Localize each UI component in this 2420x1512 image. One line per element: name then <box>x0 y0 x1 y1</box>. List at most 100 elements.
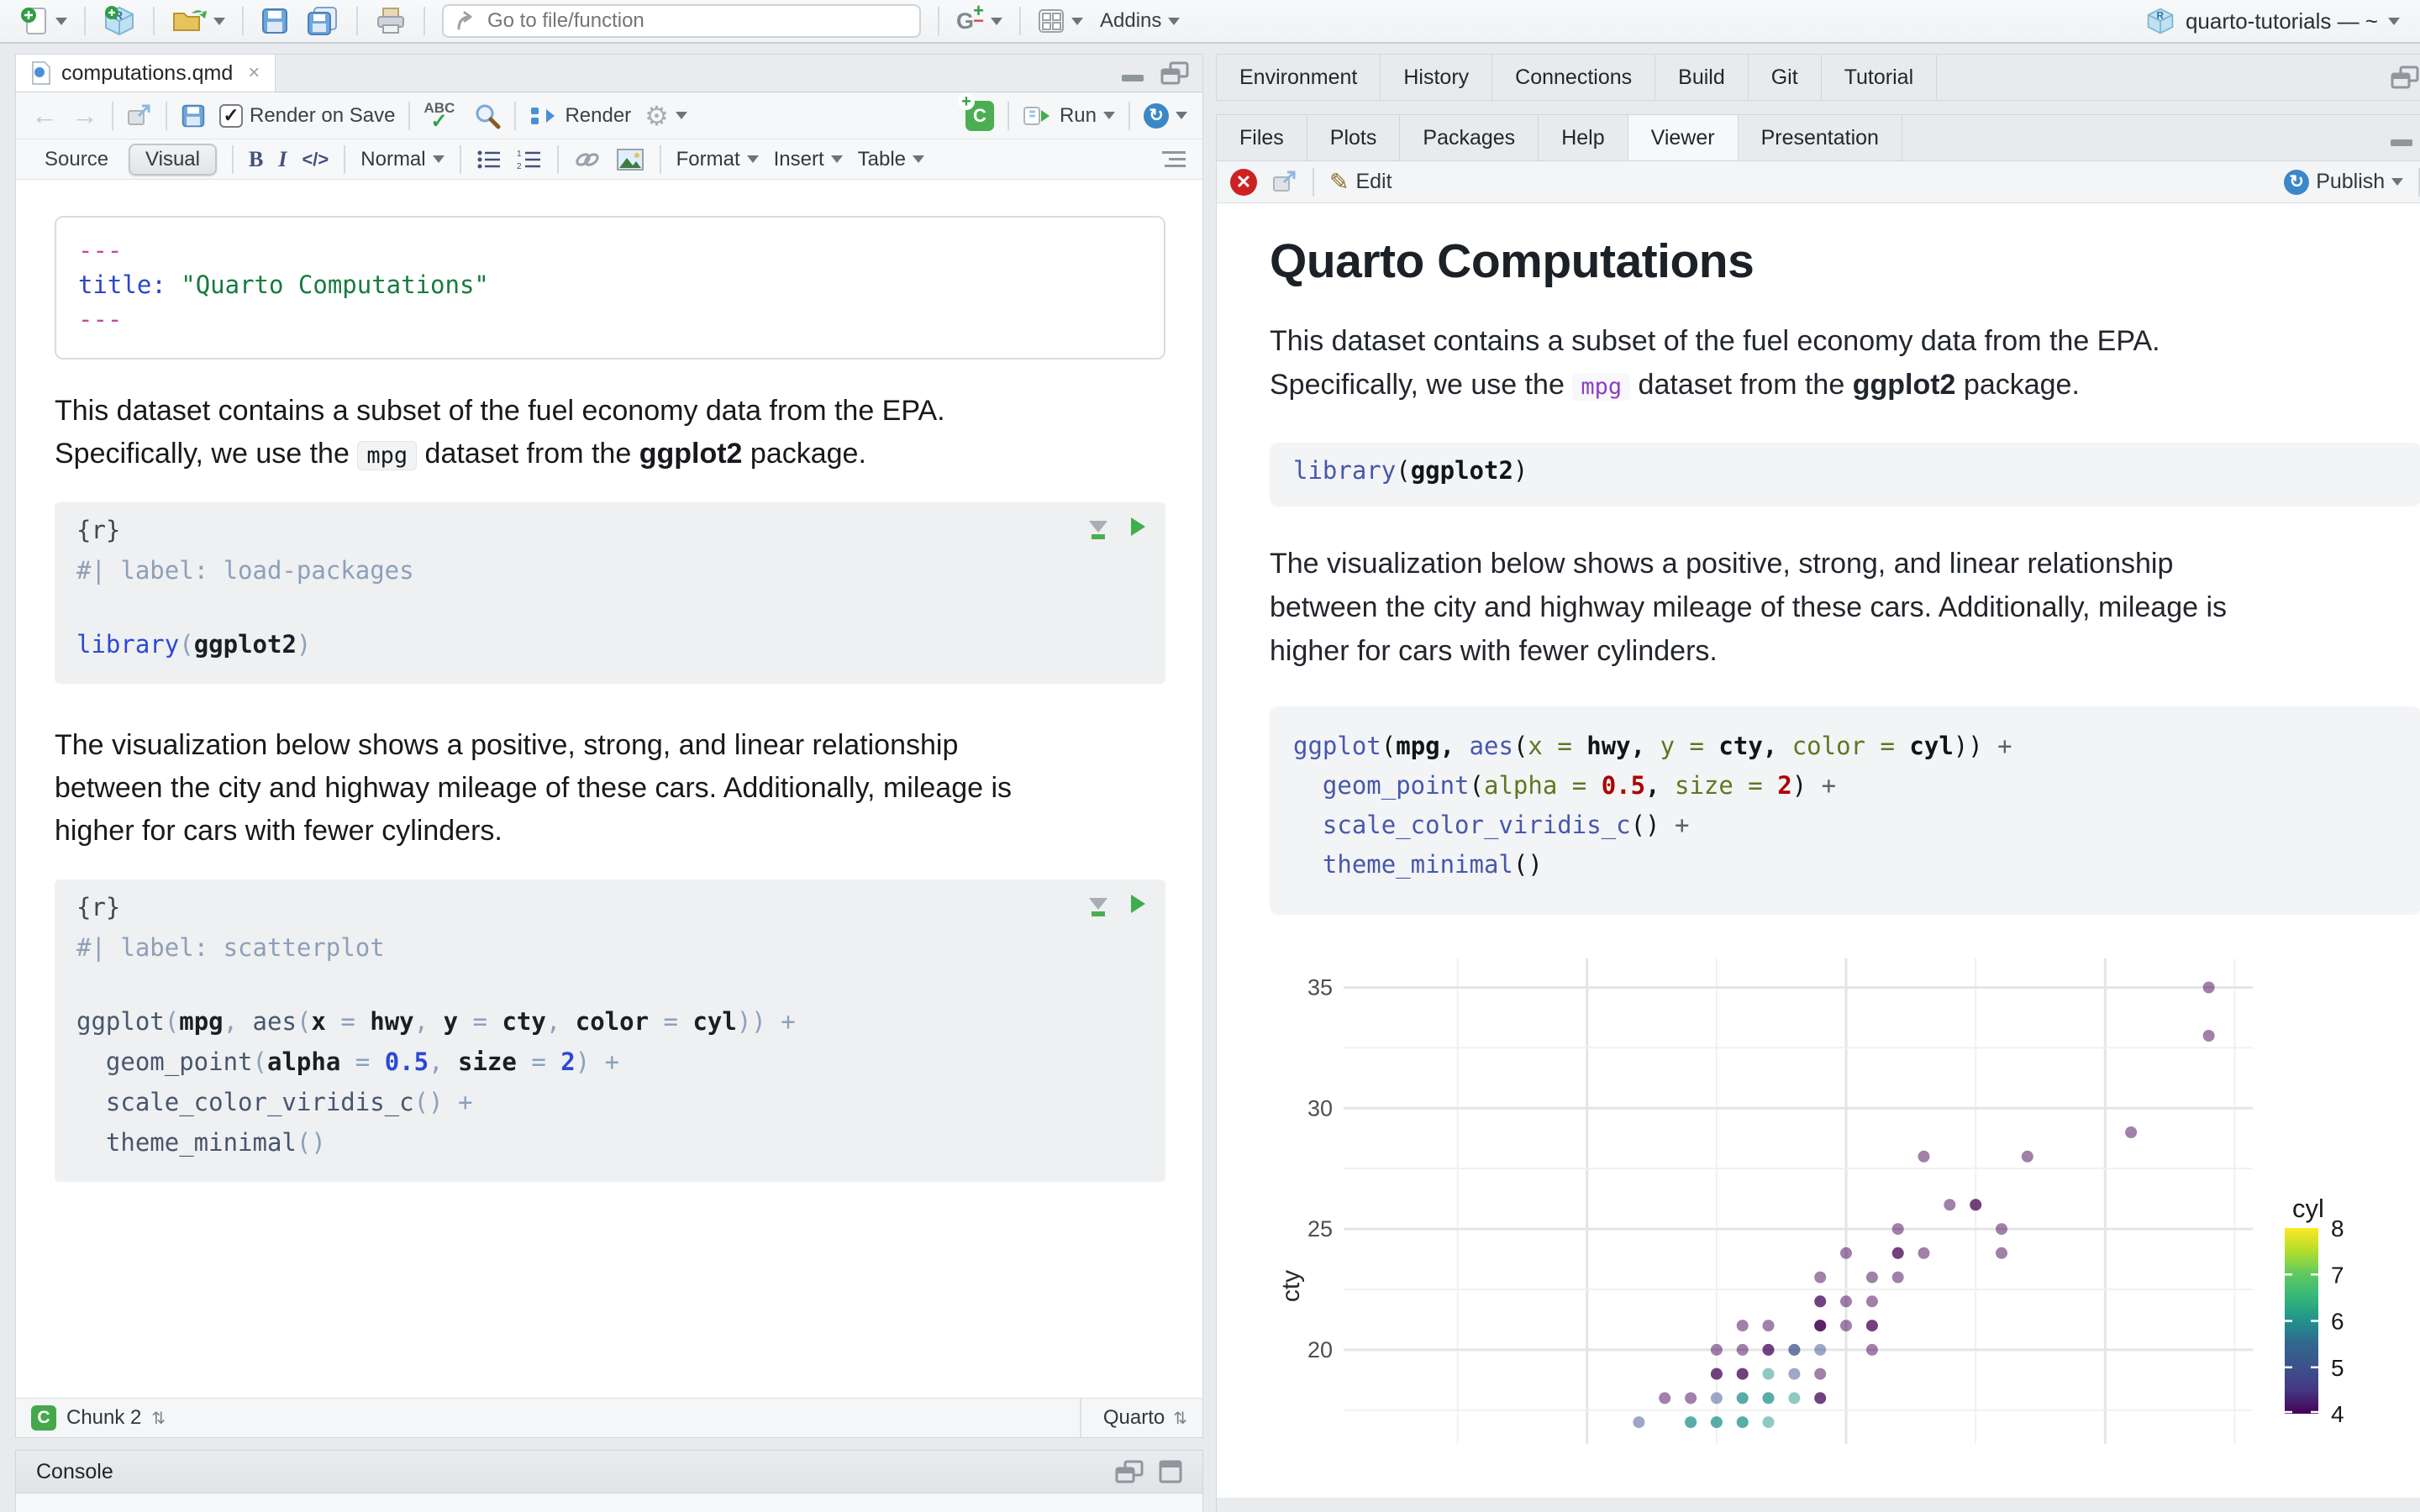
render-on-save-checkbox[interactable]: ✓ <box>219 103 243 128</box>
paragraph-style-value: Normal <box>360 147 426 171</box>
outline-icon[interactable] <box>1162 151 1186 167</box>
clear-viewer-icon[interactable]: ✕ <box>1230 168 1257 196</box>
new-file-button[interactable] <box>20 5 67 37</box>
close-icon[interactable]: × <box>248 61 260 85</box>
visual-mode-button[interactable]: Visual <box>129 143 217 176</box>
insert-dropdown[interactable]: Insert <box>774 148 843 171</box>
run-chunks-above-icon[interactable] <box>1089 521 1107 539</box>
render-settings-button[interactable]: ⚙ <box>644 100 687 132</box>
tab-packages[interactable]: Packages <box>1400 115 1539 160</box>
minimize-pane-icon[interactable] <box>1120 63 1145 83</box>
publish-button[interactable]: ↻ Publish <box>2284 169 2404 195</box>
addins-button[interactable]: Addins <box>1100 9 1181 33</box>
goto-file-search[interactable] <box>442 4 921 38</box>
code-chunk-1[interactable]: {r} #| label: load-packages library(ggplot… <box>55 502 1165 684</box>
rendered-code-block-1: library(ggplot2) <box>1270 443 2420 507</box>
print-button[interactable] <box>375 7 407 35</box>
scatter-point <box>1865 1295 1878 1308</box>
save-all-button[interactable] <box>306 6 339 36</box>
viewer-content[interactable]: Quarto Computations This dataset contain… <box>1216 203 2420 1498</box>
tab-environment[interactable]: Environment <box>1217 55 1381 100</box>
doc-format-caret-icon: ⇅ <box>1173 1409 1187 1428</box>
tab-viewer[interactable]: Viewer <box>1628 115 1739 160</box>
popout-icon[interactable] <box>1272 171 1297 194</box>
tab-presentation[interactable]: Presentation <box>1739 115 1902 160</box>
minimize-pane-icon[interactable] <box>2389 128 2414 148</box>
git-button[interactable]: G + − <box>956 0 1003 34</box>
rendered-paragraph-1: This dataset contains a subset of the fu… <box>1270 325 2160 401</box>
open-file-button[interactable] <box>171 7 225 35</box>
restore-panes-icon[interactable] <box>2391 66 2419 89</box>
tab-connections[interactable]: Connections <box>1492 55 1656 100</box>
yaml-block[interactable]: --- title: "Quarto Computations" --- <box>55 216 1165 360</box>
y-axis-title: cty <box>1277 1270 1305 1302</box>
tab-files[interactable]: Files <box>1217 115 1307 160</box>
goto-arrow-icon <box>457 11 472 30</box>
doc-format-selector[interactable]: Quarto ⇅ <box>1079 1399 1187 1437</box>
visual-editor-content[interactable]: --- title: "Quarto Computations" --- This … <box>15 180 1203 1398</box>
console-header[interactable]: Console <box>15 1450 1203 1494</box>
table-caret-icon <box>913 155 925 163</box>
render-button[interactable]: Render <box>529 104 631 128</box>
new-file-icon <box>21 8 46 34</box>
scatter-point <box>1736 1416 1749 1429</box>
restore-panes-icon[interactable] <box>1115 1460 1144 1483</box>
tab-plots[interactable]: Plots <box>1307 115 1401 160</box>
panes-button[interactable] <box>1038 8 1084 34</box>
workspace: computations.qmd × ← → ✓ Render on Save <box>0 44 2420 1512</box>
run-chunks-above-icon[interactable] <box>1089 898 1107 916</box>
editor-paragraph-2[interactable]: The visualization below shows a positive… <box>55 724 1063 853</box>
bullet-list-icon[interactable] <box>476 149 502 171</box>
popout-icon[interactable] <box>127 104 152 128</box>
render-on-save-toggle[interactable]: ✓ Render on Save <box>219 103 395 128</box>
editor-paragraph-1[interactable]: This dataset contains a subset of the fu… <box>55 390 1063 477</box>
tab-git[interactable]: Git <box>1749 55 1822 100</box>
maximize-pane-icon[interactable] <box>1159 1460 1182 1483</box>
chunk-position-label[interactable]: Chunk 2 <box>66 1406 141 1430</box>
spellcheck-button[interactable]: ABC ✓ <box>424 100 460 133</box>
bold-button[interactable]: B <box>249 147 263 172</box>
format-caret-icon <box>746 155 759 163</box>
image-icon[interactable] <box>616 148 644 171</box>
paragraph-style-dropdown[interactable]: Normal <box>360 147 445 171</box>
save-button[interactable] <box>260 7 289 35</box>
insert-chunk-button[interactable]: C <box>957 92 994 131</box>
restore-panes-icon[interactable] <box>1160 61 1189 85</box>
link-icon[interactable] <box>574 149 601 171</box>
divider <box>166 101 167 130</box>
scatter-point <box>1710 1368 1723 1380</box>
environment-tabstrip: Environment History Connections Build Git Tut… <box>1216 54 2420 101</box>
run-chunk-icon[interactable] <box>1131 517 1145 536</box>
code-chunk-2[interactable]: {r} #| label: scatterplot ggplot(mpg, aes(… <box>55 879 1165 1182</box>
new-project-button[interactable]: R <box>103 4 136 38</box>
table-dropdown[interactable]: Table <box>858 148 925 171</box>
goto-file-input[interactable] <box>487 9 908 33</box>
forward-icon[interactable]: → <box>71 100 98 131</box>
italic-button[interactable]: I <box>278 147 287 172</box>
addins-caret-icon <box>1168 17 1181 25</box>
tab-history[interactable]: History <box>1381 55 1493 100</box>
source-mode-button[interactable]: Source <box>33 145 120 174</box>
chunk-selector-icon[interactable]: ⇅ <box>151 1408 166 1429</box>
numbered-list-icon[interactable]: 12 <box>517 149 542 171</box>
run-chunk-icon[interactable] <box>1131 895 1145 913</box>
save-icon[interactable] <box>181 103 206 129</box>
search-icon[interactable] <box>474 102 501 129</box>
tab-tutorial[interactable]: Tutorial <box>1822 55 1938 100</box>
run-button[interactable]: Run <box>1023 104 1115 128</box>
project-menu-button[interactable]: R quarto-tutorials — ~ <box>2145 6 2400 36</box>
console-body[interactable] <box>15 1494 1203 1512</box>
format-dropdown[interactable]: Format <box>676 148 759 171</box>
rerun-publish-button[interactable]: ↻ <box>1144 102 1187 129</box>
scatter-point <box>2202 1030 2215 1042</box>
code-button[interactable]: </> <box>302 149 329 171</box>
tab-computations-qmd[interactable]: computations.qmd × <box>16 55 276 92</box>
scatter-point <box>1659 1392 1671 1404</box>
back-icon[interactable]: ← <box>31 100 58 131</box>
git-icon: G + − <box>956 0 985 34</box>
legend-tick-label: 6 <box>2331 1309 2344 1335</box>
tab-build[interactable]: Build <box>1655 55 1749 100</box>
edit-button[interactable]: ✎ Edit <box>1329 168 1392 196</box>
tab-help[interactable]: Help <box>1539 115 1628 160</box>
new-project-icon: R <box>105 6 134 36</box>
